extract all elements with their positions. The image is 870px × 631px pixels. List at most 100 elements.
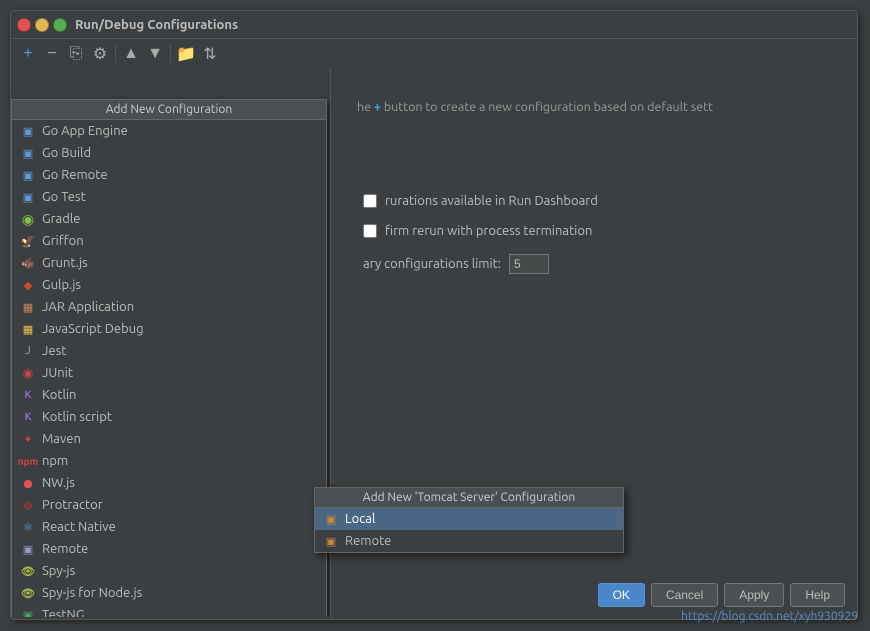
submenu-item-remote[interactable]: ▣ Remote: [315, 530, 623, 552]
jest-icon: J: [20, 343, 36, 359]
copy-config-button[interactable]: ⎘: [65, 43, 87, 65]
arrow-up-icon: ▲: [123, 45, 139, 63]
menu-item-go-build[interactable]: ▣ Go Build: [12, 142, 326, 164]
menu-item-label: NW.js: [42, 476, 75, 490]
watermark: https://blog.csdn.net/xyh930929: [681, 610, 858, 623]
apply-button[interactable]: Apply: [724, 583, 784, 607]
menu-item-maven[interactable]: ✦ Maven: [12, 428, 326, 450]
junit-icon: ◉: [20, 365, 36, 381]
separator-1: [115, 45, 116, 63]
menu-item-junit[interactable]: ◉ JUnit: [12, 362, 326, 384]
menu-item-label: Go Test: [42, 190, 86, 204]
add-config-button[interactable]: +: [17, 43, 39, 65]
npm-icon: npm: [20, 453, 36, 469]
add-icon: +: [23, 45, 32, 63]
menu-item-label: Protractor: [42, 498, 103, 512]
spy-js-node-icon: 👁: [20, 585, 36, 601]
menu-item-kotlin[interactable]: K Kotlin: [12, 384, 326, 406]
go-build-icon: ▣: [20, 145, 36, 161]
go-remote-icon: ▣: [20, 167, 36, 183]
ok-button[interactable]: OK: [598, 583, 645, 607]
menu-item-label: TestNG: [42, 608, 84, 617]
menu-item-label: Kotlin: [42, 388, 76, 402]
remove-icon: −: [47, 45, 56, 63]
toolbar: + − ⎘ ⚙ ▲ ▼ 📁 ⇅: [11, 39, 857, 69]
maximize-button[interactable]: [53, 18, 67, 32]
submenu-header: Add New 'Tomcat Server' Configuration: [315, 488, 623, 508]
protractor-icon: ⊘: [20, 497, 36, 513]
go-test-icon: ▣: [20, 189, 36, 205]
dashboard-label: rurations available in Run Dashboard: [385, 194, 598, 208]
gulp-icon: ◆: [20, 277, 36, 293]
minimize-button[interactable]: [35, 18, 49, 32]
menu-item-jar-application[interactable]: ▦ JAR Application: [12, 296, 326, 318]
folder-icon: 📁: [176, 44, 196, 64]
sort-button[interactable]: ⇅: [199, 43, 221, 65]
menu-item-kotlin-script[interactable]: K Kotlin script: [12, 406, 326, 428]
menu-item-label: Go App Engine: [42, 124, 128, 138]
menu-item-spy-js-node[interactable]: 👁 Spy-js for Node.js: [12, 582, 326, 604]
menu-item-testng[interactable]: ▣ TestNG: [12, 604, 326, 617]
menu-item-label: Spy-js for Node.js: [42, 586, 142, 600]
move-down-button[interactable]: ▼: [144, 43, 166, 65]
menu-item-gulpjs[interactable]: ◆ Gulp.js: [12, 274, 326, 296]
title-bar: Run/Debug Configurations: [11, 11, 857, 39]
move-up-button[interactable]: ▲: [120, 43, 142, 65]
dashboard-checkbox[interactable]: [363, 194, 377, 208]
rerun-checkbox[interactable]: [363, 224, 377, 238]
menu-item-label: Griffon: [42, 234, 84, 248]
settings-button[interactable]: ⚙: [89, 43, 111, 65]
limit-row: ary configurations limit:: [355, 250, 833, 278]
dialog-title: Run/Debug Configurations: [75, 18, 238, 32]
react-native-icon: ⚛: [20, 519, 36, 535]
menu-item-spy-js[interactable]: 👁 Spy-js: [12, 560, 326, 582]
folder-button[interactable]: 📁: [175, 43, 197, 65]
menu-item-gradle[interactable]: ◉ Gradle: [12, 208, 326, 230]
remove-config-button[interactable]: −: [41, 43, 63, 65]
menu-item-griffon[interactable]: 🦅 Griffon: [12, 230, 326, 252]
menu-item-jest[interactable]: J Jest: [12, 340, 326, 362]
remote-tomcat-icon: ▣: [323, 533, 339, 549]
submenu-item-local[interactable]: ▣ Local: [315, 508, 623, 530]
limit-label: ary configurations limit:: [363, 257, 501, 271]
limit-input[interactable]: [509, 254, 549, 274]
menu-item-label: Kotlin script: [42, 410, 112, 424]
dropdown-header: Add New Configuration: [12, 100, 326, 120]
menu-item-javascript-debug[interactable]: ▦ JavaScript Debug: [12, 318, 326, 340]
submenu-item-label: Remote: [345, 534, 391, 548]
maven-icon: ✦: [20, 431, 36, 447]
menu-item-label: Go Build: [42, 146, 91, 160]
griffon-icon: 🦅: [20, 233, 36, 249]
nwjs-icon: ●: [20, 475, 36, 491]
kotlin-icon: K: [20, 387, 36, 403]
plus-sign: +: [374, 100, 381, 114]
menu-item-go-app-engine[interactable]: ▣ Go App Engine: [12, 120, 326, 142]
gear-icon: ⚙: [93, 44, 107, 64]
copy-icon: ⎘: [70, 45, 83, 63]
menu-item-gruntjs[interactable]: 🐗 Grunt.js: [12, 252, 326, 274]
menu-item-label: JAR Application: [42, 300, 134, 314]
add-new-config-dropdown[interactable]: Add New Configuration ▣ Go App Engine ▣ …: [11, 99, 327, 617]
menu-item-go-remote[interactable]: ▣ Go Remote: [12, 164, 326, 186]
menu-item-npm[interactable]: npm npm: [12, 450, 326, 472]
menu-item-label: Go Remote: [42, 168, 108, 182]
go-app-engine-icon: ▣: [20, 123, 36, 139]
menu-item-label: Spy-js: [42, 564, 75, 578]
menu-item-react-native[interactable]: ⚛ React Native: [12, 516, 326, 538]
sort-icon: ⇅: [203, 44, 216, 64]
menu-item-protractor[interactable]: ⊘ Protractor: [12, 494, 326, 516]
menu-item-label: Maven: [42, 432, 81, 446]
menu-item-go-test[interactable]: ▣ Go Test: [12, 186, 326, 208]
dashboard-row: rurations available in Run Dashboard: [355, 190, 833, 212]
menu-item-nwjs[interactable]: ● NW.js: [12, 472, 326, 494]
cancel-button[interactable]: Cancel: [651, 583, 718, 607]
tomcat-submenu[interactable]: Add New 'Tomcat Server' Configuration ▣ …: [314, 487, 624, 553]
help-button[interactable]: Help: [790, 583, 845, 607]
submenu-item-label: Local: [345, 512, 375, 526]
menu-item-label: Gulp.js: [42, 278, 81, 292]
spy-js-icon: 👁: [20, 563, 36, 579]
close-button[interactable]: [17, 18, 31, 32]
grunt-icon: 🐗: [20, 255, 36, 271]
menu-item-remote[interactable]: ▣ Remote: [12, 538, 326, 560]
js-debug-icon: ▦: [20, 321, 36, 337]
